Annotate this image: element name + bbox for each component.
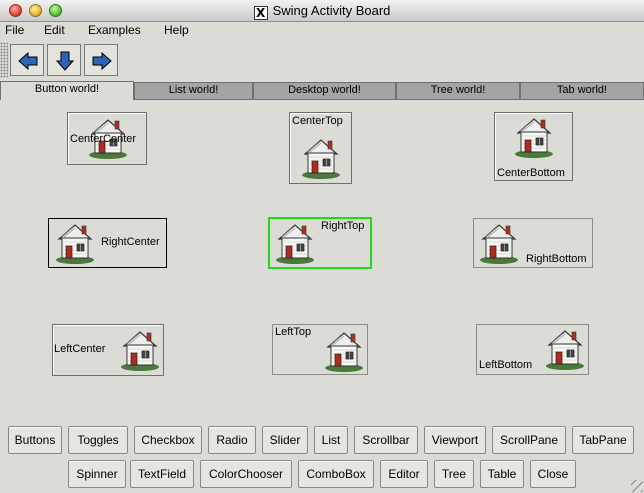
- center-bottom-label: CenterBottom: [497, 167, 565, 179]
- left-top-label: LeftTop: [275, 326, 312, 338]
- right-top-button[interactable]: RightTop: [268, 217, 372, 269]
- slider-button[interactable]: Slider: [262, 426, 308, 454]
- checkbox-button[interactable]: Checkbox: [134, 426, 202, 454]
- list-button[interactable]: List: [314, 426, 348, 454]
- right-bottom-button[interactable]: RightBottom: [473, 218, 593, 268]
- forward-button[interactable]: [84, 44, 118, 76]
- right-top-label: RightTop: [321, 220, 365, 232]
- arrow-down-icon: [55, 51, 75, 71]
- tree-button[interactable]: Tree: [434, 460, 474, 488]
- tab-strip: Button world! List world! Desktop world!…: [0, 81, 644, 100]
- scrollpane-button[interactable]: ScrollPane: [492, 426, 566, 454]
- radio-button[interactable]: Radio: [208, 426, 256, 454]
- right-center-button[interactable]: RightCenter: [48, 218, 167, 268]
- house-icon: [301, 139, 341, 180]
- toolbar-grip-icon[interactable]: [0, 42, 8, 78]
- editor-button[interactable]: Editor: [380, 460, 428, 488]
- viewport-button[interactable]: Viewport: [424, 426, 486, 454]
- back-button[interactable]: [10, 44, 44, 76]
- textfield-button[interactable]: TextField: [130, 460, 194, 488]
- center-center-button[interactable]: CenterCenter: [67, 112, 147, 165]
- menu-help[interactable]: Help: [164, 23, 189, 37]
- house-icon: [120, 331, 160, 372]
- center-bottom-button[interactable]: CenterBottom: [494, 112, 573, 181]
- arrow-right-icon: [92, 51, 112, 71]
- title-bar: X Swing Activity Board: [0, 0, 644, 22]
- tabpane-button[interactable]: TabPane: [572, 426, 634, 454]
- colorchooser-button[interactable]: ColorChooser: [200, 460, 292, 488]
- spinner-button[interactable]: Spinner: [68, 460, 126, 488]
- tab-list-world[interactable]: List world!: [134, 82, 253, 100]
- window-title-wrap: X Swing Activity Board: [0, 3, 644, 20]
- right-center-label: RightCenter: [101, 236, 160, 248]
- toggles-button[interactable]: Toggles: [68, 426, 128, 454]
- x11-icon: X: [253, 6, 268, 20]
- center-center-label: CenterCenter: [70, 133, 137, 145]
- house-icon: [514, 118, 554, 159]
- center-top-label: CenterTop: [292, 115, 343, 127]
- menu-bar: File Edit Examples Help: [0, 22, 644, 40]
- house-icon: [545, 330, 585, 371]
- menu-file[interactable]: File: [5, 23, 24, 37]
- house-icon: [479, 224, 519, 265]
- house-icon: [324, 332, 364, 373]
- left-top-button[interactable]: LeftTop: [272, 324, 368, 375]
- tab-desktop-world[interactable]: Desktop world!: [253, 82, 396, 100]
- center-top-button[interactable]: CenterTop: [289, 112, 352, 184]
- combobox-button[interactable]: ComboBox: [298, 460, 374, 488]
- table-button[interactable]: Table: [480, 460, 524, 488]
- menu-examples[interactable]: Examples: [88, 23, 141, 37]
- menu-edit[interactable]: Edit: [44, 23, 65, 37]
- window-title: Swing Activity Board: [272, 3, 391, 18]
- buttons-button[interactable]: Buttons: [8, 426, 62, 454]
- house-icon: [55, 224, 95, 265]
- tab-button-world[interactable]: Button world!: [0, 81, 134, 100]
- tab-tab-world[interactable]: Tab world!: [520, 82, 644, 100]
- button-world-panel: CenterCenter CenterTop CenterBottom Righ…: [0, 100, 644, 420]
- left-bottom-label: LeftBottom: [479, 359, 533, 371]
- left-center-button[interactable]: LeftCenter: [52, 324, 164, 376]
- house-icon: [275, 224, 315, 265]
- arrow-left-icon: [18, 51, 38, 71]
- down-button[interactable]: [47, 44, 81, 76]
- toolbar: [0, 42, 125, 78]
- left-bottom-button[interactable]: LeftBottom: [476, 324, 589, 375]
- tab-tree-world[interactable]: Tree world!: [396, 82, 520, 100]
- scrollbar-button[interactable]: Scrollbar: [354, 426, 418, 454]
- resize-grip-icon[interactable]: [631, 480, 643, 492]
- left-center-label: LeftCenter: [54, 343, 106, 355]
- right-bottom-label: RightBottom: [526, 253, 587, 265]
- close-button[interactable]: Close: [530, 460, 576, 488]
